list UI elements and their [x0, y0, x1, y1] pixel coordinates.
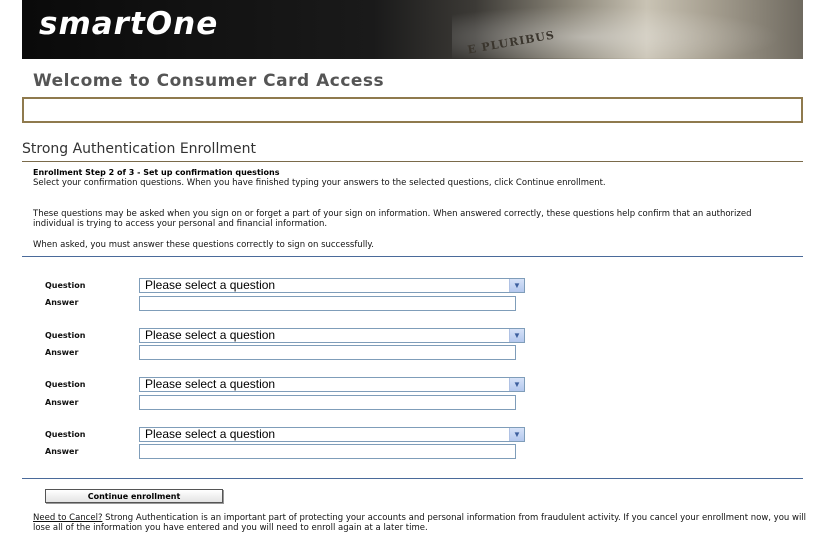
header-banner: smartOne E PLURIBUS	[22, 0, 803, 59]
answer-input-2[interactable]	[139, 345, 516, 360]
need-to-cancel-link[interactable]: Need to Cancel?	[33, 513, 102, 523]
question-label: Question	[45, 331, 86, 340]
select-value: Please select a question	[145, 328, 276, 342]
cancel-text: Strong Authentication is an important pa…	[33, 513, 807, 533]
answer-input-4[interactable]	[139, 444, 516, 459]
message-box	[22, 97, 803, 123]
answer-label: Answer	[45, 298, 79, 307]
question-label: Question	[45, 380, 86, 389]
continue-enrollment-button[interactable]: Continue enrollment	[45, 489, 223, 503]
chevron-down-icon[interactable]: ▼	[509, 428, 524, 441]
question-select-3[interactable]: Please select a question ▼	[139, 377, 525, 392]
question-select-1[interactable]: Please select a question ▼	[139, 278, 525, 293]
info-text: These questions may be asked when you si…	[33, 209, 752, 229]
answer-label: Answer	[45, 348, 79, 357]
question-label: Question	[45, 430, 86, 439]
divider	[22, 256, 803, 257]
cancel-notice: Need to Cancel? Strong Authentication is…	[33, 513, 823, 533]
answer-input-1[interactable]	[139, 296, 516, 311]
select-value: Please select a question	[145, 427, 276, 441]
smartone-logo: smartOne	[39, 6, 219, 42]
instructions-text: Select your confirmation questions. When…	[33, 178, 606, 188]
answer-input-3[interactable]	[139, 395, 516, 410]
select-value: Please select a question	[145, 278, 276, 292]
chevron-down-icon[interactable]: ▼	[509, 329, 524, 342]
step-title: Enrollment Step 2 of 3 - Set up confirma…	[33, 168, 280, 177]
answer-label: Answer	[45, 447, 79, 456]
select-value: Please select a question	[145, 377, 276, 391]
warning-text: When asked, you must answer these questi…	[33, 240, 374, 250]
answer-label: Answer	[45, 398, 79, 407]
chevron-down-icon[interactable]: ▼	[509, 279, 524, 292]
question-select-4[interactable]: Please select a question ▼	[139, 427, 525, 442]
question-label: Question	[45, 281, 86, 290]
divider	[22, 161, 803, 162]
page-title: Welcome to Consumer Card Access	[33, 71, 385, 91]
chevron-down-icon[interactable]: ▼	[509, 378, 524, 391]
divider	[22, 478, 803, 479]
section-title: Strong Authentication Enrollment	[22, 141, 256, 157]
question-select-2[interactable]: Please select a question ▼	[139, 328, 525, 343]
